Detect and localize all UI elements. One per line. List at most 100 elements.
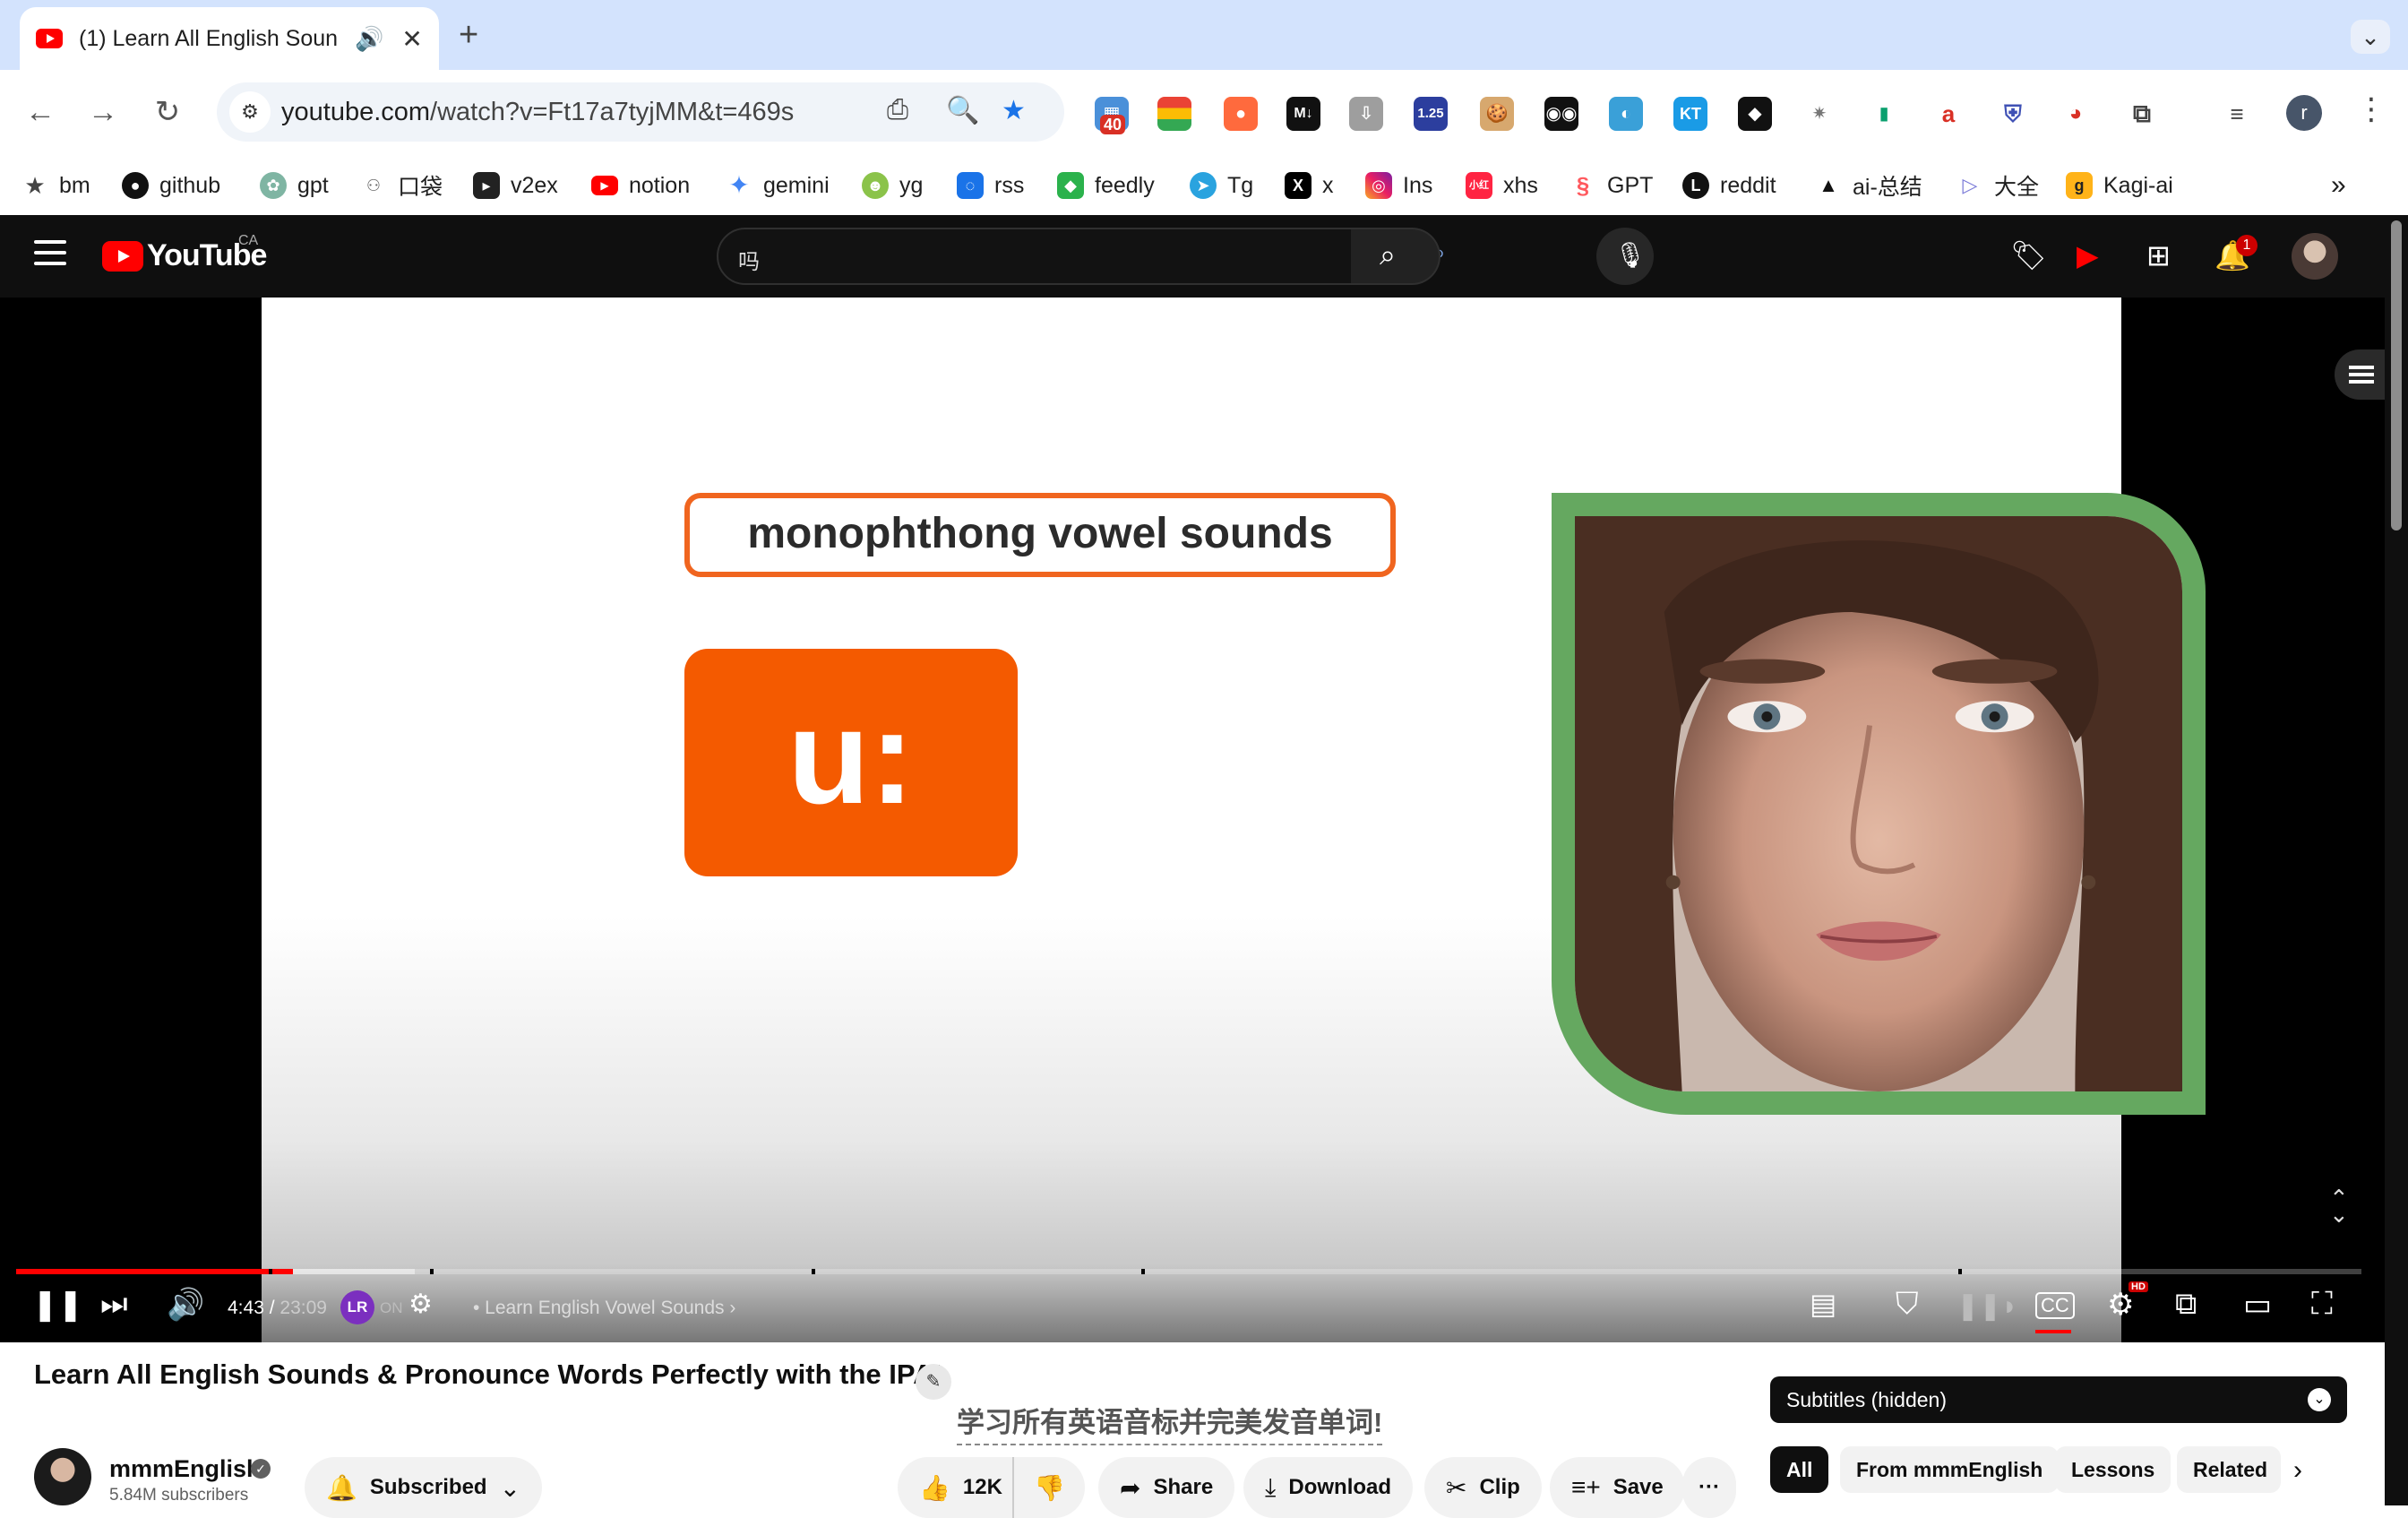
youtube-search-input[interactable]: 吗 ⇄ [717, 228, 1380, 285]
language-reactor-icon[interactable]: LR [340, 1290, 374, 1324]
channel-name[interactable]: mmmEnglish [109, 1455, 262, 1483]
extension-markdown-icon[interactable]: M↓ [1286, 97, 1320, 131]
bookmark-tg[interactable]: ➤ Tg [1190, 168, 1253, 203]
extension-globe-icon[interactable]: ◐ [1609, 97, 1643, 131]
chevron-right-icon[interactable]: › [2293, 1455, 2302, 1486]
more-actions-button[interactable]: ··· [1682, 1457, 1736, 1518]
tag-icon[interactable]: 🏷 [2010, 238, 2047, 272]
browser-tab[interactable]: (1) Learn All English Soun 🔊 ✕ [20, 7, 439, 70]
progress-bar[interactable] [16, 1269, 2361, 1274]
volume-icon[interactable]: 🔊 [167, 1287, 204, 1323]
bookmark-kagi[interactable]: g Kagi-ai [2066, 168, 2173, 203]
transcript-icon[interactable]: ▤ [1810, 1287, 1836, 1321]
bookmark-gemini[interactable]: ✦ gemini [726, 168, 829, 203]
account-avatar[interactable] [2292, 233, 2338, 280]
download-button[interactable]: ⤓ Download [1243, 1457, 1414, 1518]
bookmark-gpt2[interactable]: § GPT [1570, 168, 1654, 203]
chip-from-channel[interactable]: From mmmEnglish [1840, 1446, 2060, 1493]
bookmark-bm[interactable]: ★ bm [22, 168, 90, 203]
profile-avatar[interactable]: r [2286, 95, 2322, 131]
extension-video-icon[interactable]: ▶ [2077, 238, 2099, 272]
dislike-button[interactable]: 👎 [1012, 1457, 1085, 1518]
extension-record-icon[interactable]: ◕ [2059, 97, 2093, 131]
zoom-icon[interactable]: 🔍 [946, 95, 979, 126]
browser-menu-icon[interactable]: ⋮ [2356, 91, 2386, 127]
bookmark-reddit[interactable]: Lreddit [1682, 168, 1776, 203]
extension-speed-icon[interactable]: 1.25 [1414, 97, 1448, 131]
bookmark-github[interactable]: ● github [122, 168, 220, 203]
miniplayer-icon[interactable]: ⧉ [2175, 1287, 2197, 1322]
hamburger-menu-icon[interactable] [34, 240, 66, 265]
ime-indicator: 吗 [738, 250, 760, 274]
media-controls-icon[interactable]: ≡ [2220, 97, 2254, 131]
address-bar[interactable]: ⚙ youtube.com/watch?v=Ft17a7tyjMM&t=469s… [217, 82, 1064, 142]
new-tab-button[interactable]: + [459, 16, 478, 55]
chip-all[interactable]: All [1770, 1446, 1829, 1493]
subtitles-toggle-bar[interactable]: Subtitles (hidden) ⌄ [1770, 1376, 2347, 1423]
extension-color-icon[interactable] [1157, 97, 1191, 131]
bookmark-yg[interactable]: ☻ yg [862, 168, 923, 203]
chip-related[interactable]: Related [2177, 1446, 2281, 1493]
pause-icon[interactable]: ❚❚ [32, 1287, 83, 1323]
side-panel-menu-icon[interactable] [2335, 349, 2385, 400]
clip-button[interactable]: ✂ Clip [1424, 1457, 1542, 1518]
extension-spinner-icon[interactable]: ✷ [1802, 97, 1836, 131]
bookmark-v2ex[interactable]: ▸ v2ex [473, 168, 558, 203]
close-tab-icon[interactable]: ✕ [401, 24, 422, 54]
video-player[interactable]: monophthong vowel sounds u: ⌃ ⌄ ❚❚ ⏭ 🔊 4… [0, 298, 2385, 1342]
notes-icon[interactable]: ✎ [916, 1364, 951, 1400]
extensions-puzzle-icon[interactable]: ⧉ [2125, 97, 2159, 131]
install-app-icon[interactable]: ⎙ [887, 95, 908, 125]
extension-translate-icon[interactable]: a [1931, 97, 1965, 131]
create-video-icon[interactable]: ⊞ [2146, 238, 2171, 272]
fullscreen-icon[interactable]: ⛶ [2311, 1287, 2333, 1322]
site-settings-icon[interactable]: ⚙ [229, 91, 271, 133]
voice-search-button[interactable]: 🎙 [1596, 228, 1654, 285]
bookmark-ai-summary[interactable]: ▲ ai-总结 [1815, 168, 1922, 203]
page-scrollbar[interactable] [2385, 215, 2408, 1505]
extension-cookie-icon[interactable]: 🍪 [1480, 97, 1514, 131]
extension-glasses-icon[interactable]: ◉◉ [1544, 97, 1578, 131]
extension-download-icon[interactable]: ⇩ [1349, 97, 1383, 131]
save-button[interactable]: ≡+ Save [1550, 1457, 1685, 1518]
bookmark-xhs[interactable]: 小红 xhs [1466, 168, 1538, 203]
extension-bookmark-icon[interactable]: ▮ [1867, 97, 1901, 131]
settings-gear-icon[interactable]: ⚙ [2107, 1287, 2134, 1323]
reload-icon[interactable]: ↻ [145, 90, 190, 134]
extension-cube-icon[interactable]: ◆ [1738, 97, 1772, 131]
search-button[interactable]: ⌕ [1351, 228, 1440, 285]
bookmark-gpt[interactable]: ✿ gpt [260, 168, 329, 203]
bookmark-feedly[interactable]: ◆ feedly [1057, 168, 1155, 203]
bookmark-notion[interactable]: ▶ notion [591, 168, 690, 203]
extension-shapes-icon[interactable]: ● [1224, 97, 1258, 131]
next-video-icon[interactable]: ⏭ [100, 1287, 128, 1322]
bookmark-rss[interactable]: ◌ rss [957, 168, 1024, 203]
scrollbar-thumb[interactable] [2391, 220, 2402, 530]
bookmark-star-icon[interactable]: ★ [1002, 95, 1026, 126]
bookmark-daquan[interactable]: ▷ 大全 [1956, 168, 2039, 203]
more-bookmarks-icon[interactable]: » [2331, 168, 2346, 203]
theater-mode-icon[interactable]: ▭ [2243, 1287, 2272, 1323]
channel-avatar[interactable] [34, 1448, 91, 1505]
like-button[interactable]: 👍 12K [898, 1457, 1020, 1518]
forward-arrow-icon[interactable]: → [81, 90, 125, 134]
shield-check-icon[interactable]: ⛉ [1896, 1287, 1919, 1322]
closed-captions-icon[interactable]: CC [2035, 1292, 2075, 1319]
extension-kt-icon[interactable]: KT [1673, 97, 1707, 131]
chapter-title[interactable]: • Learn English Vowel Sounds › [473, 1298, 735, 1319]
bookmark-ins[interactable]: ◎ Ins [1365, 168, 1432, 203]
tab-search-chevron-icon[interactable]: ⌄ [2351, 20, 2390, 54]
subscribed-button[interactable]: 🔔 Subscribed ⌄ [305, 1457, 543, 1518]
extension-shield-icon[interactable]: ⛨ [1996, 97, 2030, 131]
bookmark-x[interactable]: Xx [1285, 168, 1334, 203]
language-reactor-settings-icon[interactable]: ⚙ [408, 1289, 433, 1320]
expand-chevrons-icon[interactable]: ⌃ ⌄ [2329, 1186, 2349, 1226]
bookmark-pocket[interactable]: ⚇ 口袋 [360, 168, 443, 203]
autoplay-toggle[interactable]: ❚❚◗ [1956, 1290, 2017, 1322]
share-button[interactable]: ➦ Share [1098, 1457, 1235, 1518]
back-arrow-icon[interactable]: ← [18, 90, 63, 134]
url-text[interactable]: youtube.com/watch?v=Ft17a7tyjMM&t=469s [281, 98, 794, 127]
speaker-icon[interactable]: 🔊 [355, 25, 383, 53]
youtube-logo[interactable]: YouTube CA [102, 233, 267, 273]
chip-lessons[interactable]: Lessons [2055, 1446, 2172, 1493]
